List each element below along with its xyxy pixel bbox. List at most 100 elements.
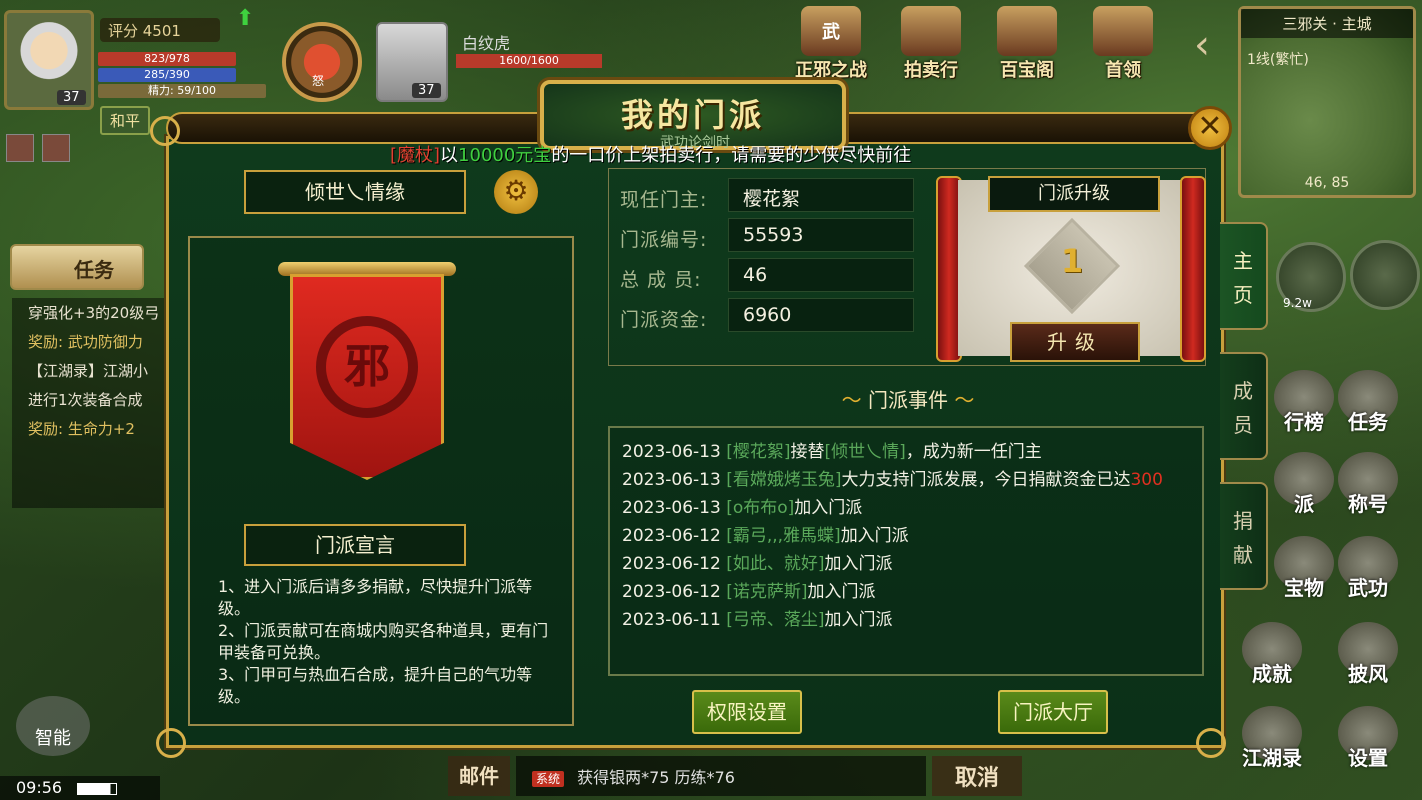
chat-line[interactable]: 系统 获得银两*75 历练*76 [516, 756, 926, 796]
top-icon-treasure[interactable]: 百宝阁 [984, 6, 1070, 86]
companion-level: 37 [412, 83, 441, 98]
event-date: 2023-06-12 [622, 526, 721, 546]
quest-list[interactable]: 穿强化+3的20级弓 奖励: 武功防御力 【江湖录】江湖小 进行1次装备合成 奖… [12, 298, 172, 508]
quest-reward: 奖励: 武功防御力 [28, 333, 143, 351]
event-name[interactable]: [如此、就好] [726, 554, 824, 574]
event-date: 2023-06-11 [622, 610, 721, 630]
event-name[interactable]: [看嫦娥烤玉兔] [726, 470, 841, 490]
event-name[interactable]: [o布布o] [726, 498, 794, 518]
broadcast-item[interactable]: [魔杖] [390, 145, 440, 166]
auto-button[interactable]: 智能 [16, 696, 90, 756]
event-row: 2023-06-12 [霸弓,,,雅馬蝶]加入门派 [622, 522, 1190, 550]
auto-label: 智能 [35, 728, 71, 749]
event-row: 2023-06-13 [看嫦娥烤玉兔]大力支持门派发展，今日捐献资金已达300 [622, 466, 1190, 494]
chat-text: 获得银两*75 历练*76 [577, 768, 735, 787]
permissions-button[interactable]: 权限设置 [692, 690, 802, 734]
banner-rod [278, 262, 456, 276]
event-name[interactable]: [弓帝、落尘] [726, 610, 824, 630]
info-row-id: 门派编号: 55593 [620, 218, 916, 254]
event-name[interactable]: [诺克萨斯] [726, 582, 807, 602]
player-portrait[interactable]: 37 [4, 10, 94, 110]
buff-icon[interactable] [6, 134, 34, 162]
event-text: 加入门派 [824, 610, 893, 630]
info-key: 门派资金: [620, 309, 708, 331]
quest-text[interactable]: 穿强化+3的20级弓 [12, 298, 172, 327]
right-button-label: 成就 [1252, 662, 1292, 686]
event-row: 2023-06-13 [樱花絮]接替[倾世乀情]，成为新一任门主 [622, 438, 1190, 466]
guild-hall-button[interactable]: 门派大厅 [998, 690, 1108, 734]
minimap[interactable]: 三邪关 · 主城 1线(繁忙) 46, 85 [1238, 6, 1416, 198]
event-date: 2023-06-12 [622, 582, 721, 602]
event-date: 2023-06-13 [622, 470, 721, 490]
corner-ornament-icon [1196, 728, 1226, 758]
event-text: 加入门派 [840, 526, 909, 546]
cloud-ornament-icon: 〜 [954, 388, 975, 412]
info-value: 55593 [728, 218, 914, 252]
declaration-line: 1、进入门派后请多多捐献，尽快提升门派等级。 [218, 577, 533, 618]
event-name[interactable]: [倾世乀情] [824, 442, 905, 462]
event-row: 2023-06-12 [诺克萨斯]加入门派 [622, 578, 1190, 606]
treasure-button[interactable]: 宝物 [1268, 536, 1340, 614]
companion-portrait[interactable]: 37 [376, 22, 448, 102]
rage-avatar-button[interactable]: 怒 [282, 22, 362, 102]
events-list[interactable]: 2023-06-13 [樱花絮]接替[倾世乀情]，成为新一任门主 2023-06… [608, 426, 1204, 676]
broadcast-text: 的一口价上架拍卖行，请需要的少侠尽快前往 [551, 145, 912, 166]
event-date: 2023-06-13 [622, 442, 721, 462]
menu-diamond-icon[interactable] [1350, 240, 1420, 310]
buff-icon[interactable] [42, 134, 70, 162]
title-button[interactable]: 称号 [1332, 452, 1404, 530]
info-value: 6960 [728, 298, 914, 332]
martial-button[interactable]: 武功 [1332, 536, 1404, 614]
info-key: 现任门主: [620, 189, 708, 211]
guild-settings-button[interactable]: ⚙ [494, 170, 538, 214]
collapse-chevron-icon[interactable]: ‹ [1194, 22, 1210, 68]
close-icon: ✕ [1197, 109, 1223, 144]
guild-name: 倾世乀情缘 [244, 170, 466, 214]
quest-tab[interactable]: 任务 [10, 244, 144, 290]
achievement-button[interactable]: 成就 [1236, 622, 1308, 700]
event-name[interactable]: [樱花絮] [726, 442, 790, 462]
rage-label: 怒 [312, 74, 325, 88]
top-icon-label: 拍卖行 [904, 60, 958, 81]
scroll-rod-right [1180, 176, 1206, 362]
minimap-coordinates: 46, 85 [1304, 175, 1350, 191]
right-button-label: 宝物 [1284, 576, 1324, 600]
cancel-button[interactable]: 取消 [932, 756, 1022, 796]
top-icon-auction[interactable]: 拍卖行 [888, 6, 974, 86]
event-text: 大力支持门派发展，今日捐献资金已达 [841, 470, 1131, 490]
emblem-character: 邪 [344, 339, 390, 393]
quest-tab-label: 任务 [74, 258, 114, 282]
gear-icon: ⚙ [503, 174, 529, 207]
mp-bar: 285/390 [98, 68, 236, 82]
server-line[interactable]: 1线(繁忙) [1247, 49, 1309, 69]
settings-button[interactable]: 设置 [1332, 706, 1404, 784]
tab-donate[interactable]: 捐献 [1220, 482, 1268, 590]
panel-title: 我的门派 [620, 96, 765, 134]
event-name[interactable]: [霸弓,,,雅馬蝶] [726, 526, 840, 546]
right-button-label: 派 [1294, 492, 1314, 516]
event-row: 2023-06-12 [如此、就好]加入门派 [622, 550, 1190, 578]
tab-members[interactable]: 成员 [1220, 352, 1268, 460]
event-text: 加入门派 [807, 582, 876, 602]
tab-label: 捐献 [1233, 509, 1253, 567]
declaration-line: 3、门甲可与热血石合成，提升自己的气功等级。 [218, 665, 533, 706]
close-button[interactable]: ✕ [1188, 106, 1232, 150]
right-button-label: 行榜 [1284, 410, 1324, 434]
jianghu-button[interactable]: 江湖录 [1236, 706, 1308, 784]
guild-button[interactable]: 派 [1268, 452, 1340, 530]
task-button[interactable]: 任务 [1332, 370, 1404, 448]
top-icon-boss[interactable]: 首领 [1080, 6, 1166, 86]
quest-text[interactable]: 进行1次装备合成 [12, 385, 172, 414]
quest-text[interactable]: 【江湖录】江湖小 [12, 356, 172, 385]
player-level: 37 [57, 90, 86, 105]
score-label: 评分 4501 [100, 18, 220, 42]
tab-home[interactable]: 主页 [1220, 222, 1268, 330]
pk-mode-button[interactable]: 和平 [100, 106, 151, 135]
cloak-button[interactable]: 披风 [1332, 622, 1404, 700]
top-icon-war[interactable]: 武 正邪之战 [788, 6, 874, 86]
minimap-title: 三邪关 · 主城 [1241, 9, 1413, 38]
mail-button[interactable]: 邮件 [448, 756, 510, 796]
ranking-button[interactable]: 行榜 [1268, 370, 1340, 448]
upgrade-button[interactable]: 升级 [1010, 322, 1140, 362]
guild-level: 1 [1060, 242, 1084, 280]
